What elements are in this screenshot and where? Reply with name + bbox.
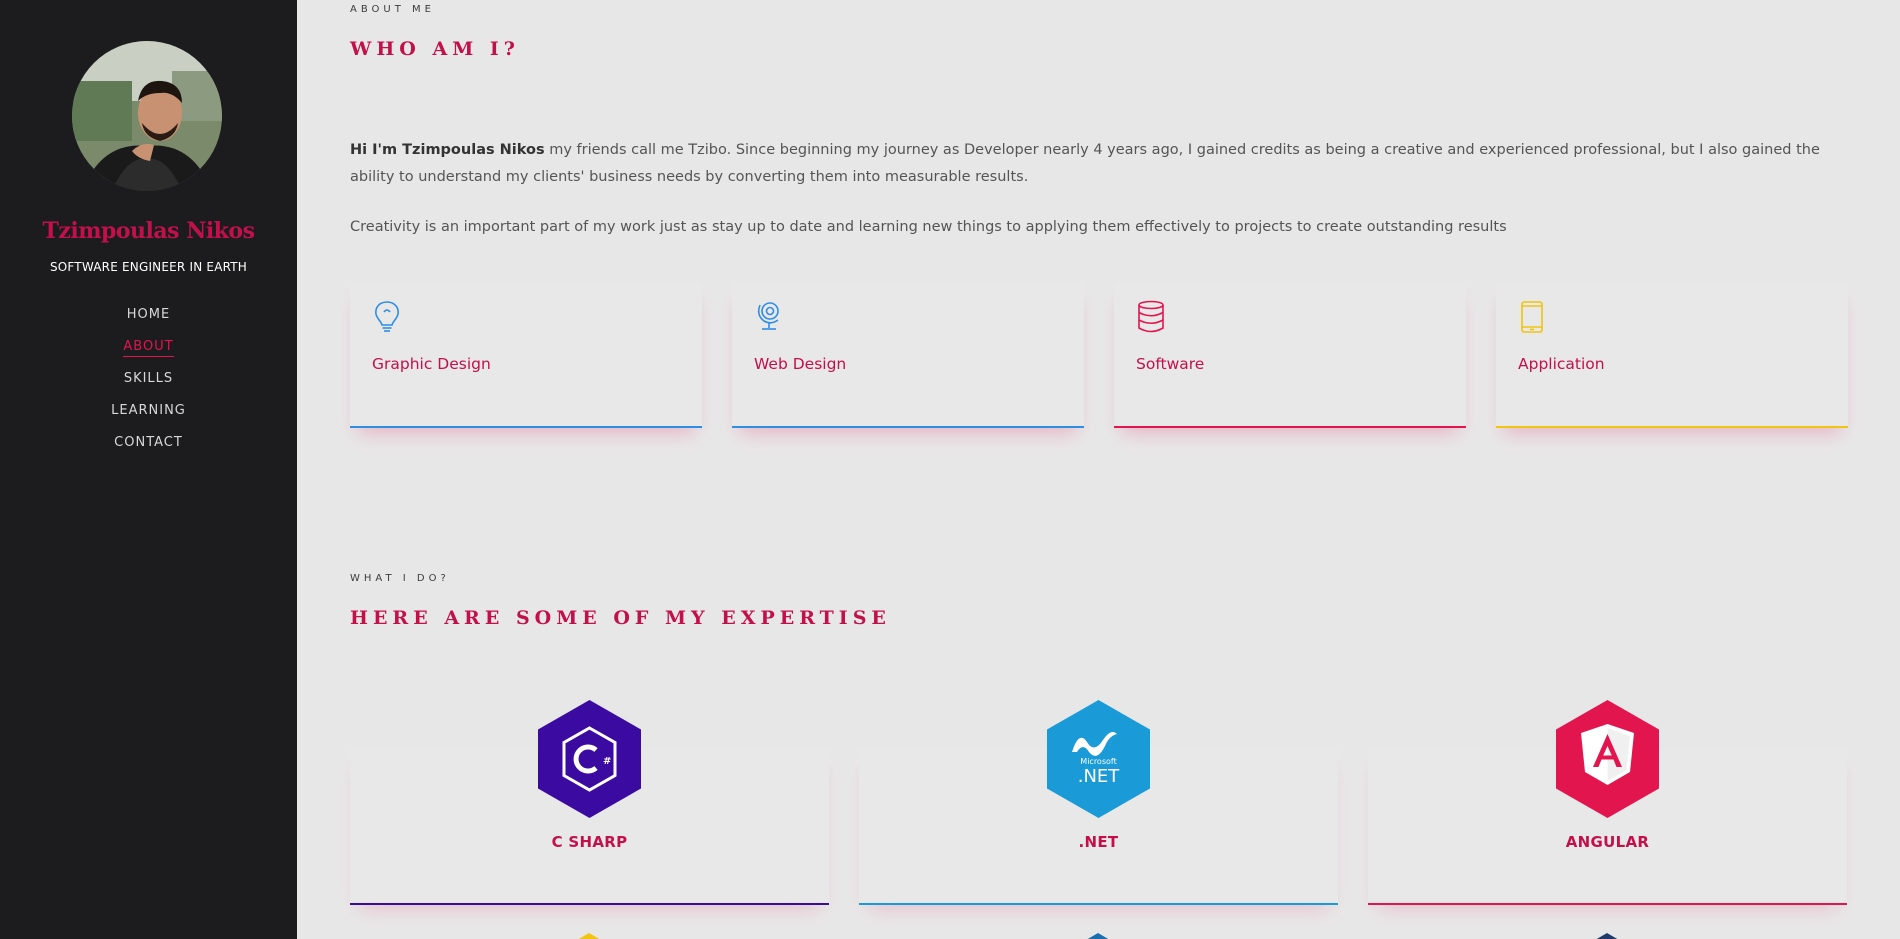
service-accent-bar — [1496, 426, 1848, 428]
nav-item-home[interactable]: HOME — [0, 303, 297, 335]
main-content: ABOUT ME WHO AM I? Hi I'm Tzimpoulas Nik… — [297, 0, 1900, 939]
nav-item-contact[interactable]: CONTACT — [0, 431, 297, 463]
expertise-heading: HERE ARE SOME OF MY EXPERTISE — [350, 607, 891, 629]
next-skill-hex-peek — [1595, 932, 1619, 939]
nav-label[interactable]: CONTACT — [114, 435, 183, 452]
about-intro-rest: my friends call me Tzibo. Since beginnin… — [350, 142, 1820, 185]
service-accent-bar — [350, 426, 702, 428]
skill-accent-bar — [350, 903, 829, 905]
angular-icon — [1556, 700, 1659, 818]
brand-role: SOFTWARE ENGINEER IN EARTH — [49, 260, 248, 274]
main-nav: HOME ABOUT SKILLS LEARNING CONTACT — [0, 303, 297, 463]
service-card-application: Application — [1496, 282, 1848, 428]
service-card-web-design: Web Design — [732, 282, 1084, 428]
csharp-icon: # — [538, 700, 641, 818]
service-accent-bar — [732, 426, 1084, 428]
skill-label: C SHARP — [551, 833, 628, 851]
globe-icon — [754, 300, 784, 334]
database-icon — [1136, 300, 1166, 334]
nav-label[interactable]: HOME — [127, 307, 170, 324]
svg-text:#: # — [603, 756, 611, 767]
lightbulb-icon — [372, 300, 402, 334]
skill-label: ANGULAR — [1565, 833, 1650, 851]
dotnet-logo-subtext: Microsoft — [1080, 757, 1116, 766]
next-skill-hex-peek — [577, 932, 601, 939]
service-label: Web Design — [754, 355, 847, 373]
expertise-overline: WHAT I DO? — [350, 573, 450, 584]
nav-item-skills[interactable]: SKILLS — [0, 367, 297, 399]
service-accent-bar — [1114, 426, 1466, 428]
service-card-software: Software — [1114, 282, 1466, 428]
skill-label: .NET — [1078, 833, 1119, 851]
nav-item-learning[interactable]: LEARNING — [0, 399, 297, 431]
phone-icon — [1518, 300, 1548, 334]
dotnet-icon: Microsoft .NET — [1047, 700, 1150, 818]
skill-accent-bar — [859, 903, 1338, 905]
skill-accent-bar — [1368, 903, 1847, 905]
brand-name: Tzimpoulas Nikos — [42, 218, 255, 244]
dotnet-logo-text: .NET — [1078, 766, 1121, 787]
about-paragraph-2: Creativity is an important part of my wo… — [350, 219, 1507, 235]
service-label: Graphic Design — [372, 355, 491, 373]
nav-label[interactable]: LEARNING — [111, 403, 186, 420]
nav-label[interactable]: SKILLS — [124, 371, 173, 388]
sidebar: Tzimpoulas Nikos SOFTWARE ENGINEER IN EA… — [0, 0, 297, 939]
nav-label[interactable]: ABOUT — [123, 339, 174, 357]
nav-item-about[interactable]: ABOUT — [0, 335, 297, 367]
service-card-graphic-design: Graphic Design — [350, 282, 702, 428]
about-intro: Hi I'm Tzimpoulas Nikos my friends call … — [350, 137, 1850, 191]
about-intro-strong: Hi I'm Tzimpoulas Nikos — [350, 142, 545, 158]
avatar — [72, 41, 222, 191]
next-skill-hex-peek — [1086, 932, 1110, 939]
about-overline: ABOUT ME — [350, 4, 435, 15]
service-label: Application — [1518, 355, 1605, 373]
service-label: Software — [1136, 355, 1205, 373]
about-heading: WHO AM I? — [350, 38, 520, 60]
